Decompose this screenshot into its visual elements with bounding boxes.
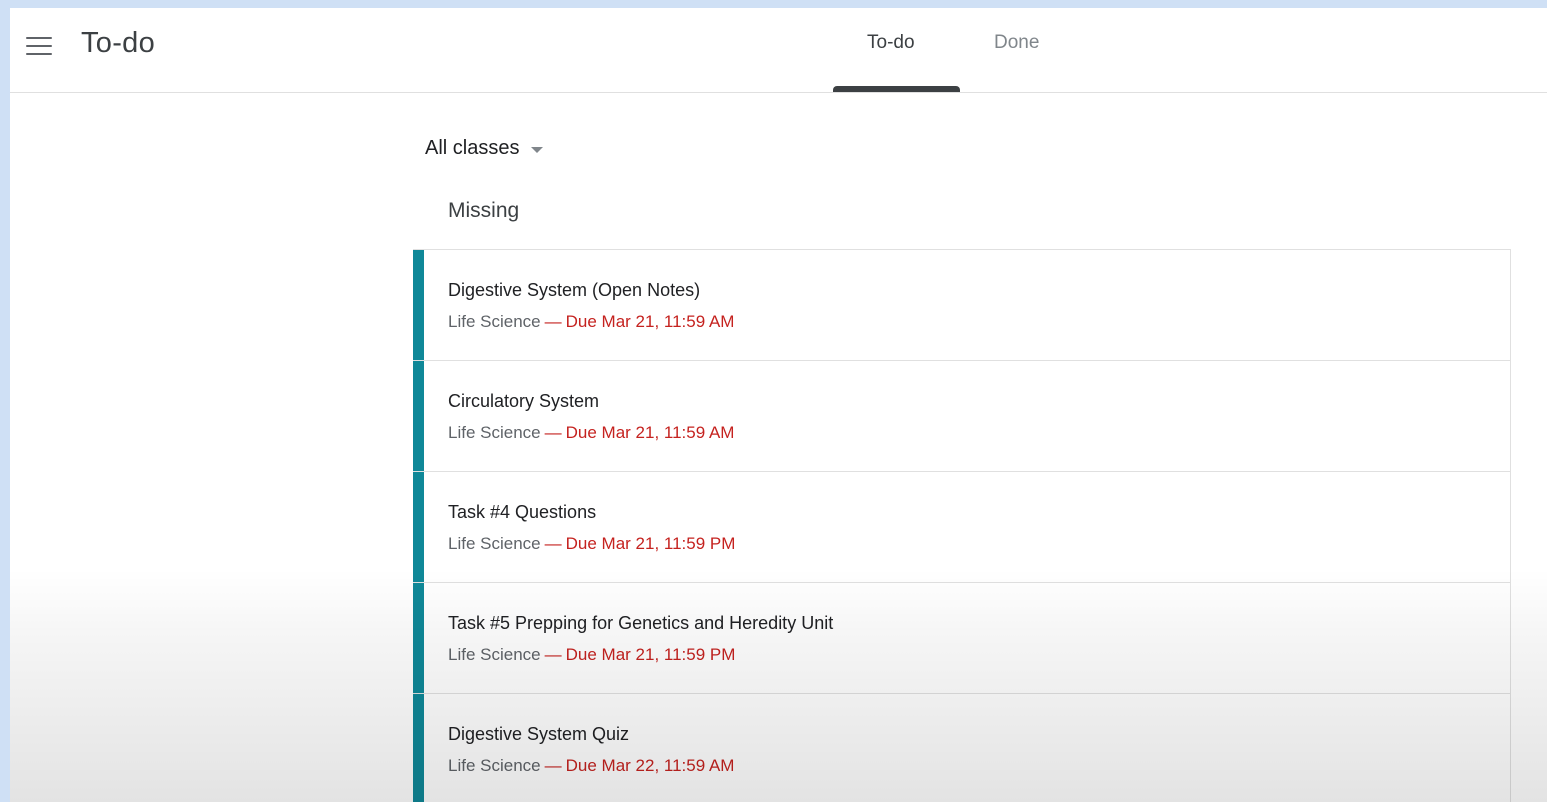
due-date: Due Mar 21, 11:59 AM <box>565 423 735 442</box>
app-window: To-do To-do Done All classes Missing Dig… <box>10 8 1547 802</box>
meta-separator: — <box>544 756 562 775</box>
meta-separator: — <box>544 423 562 442</box>
assignment-title: Digestive System (Open Notes) <box>448 280 701 300</box>
class-filter-dropdown[interactable]: All classes <box>425 137 544 160</box>
top-app-bar: To-do To-do Done <box>10 8 1547 93</box>
assignment-meta: Life Science — Due Mar 21, 11:59 AM <box>448 423 734 443</box>
class-color-bar <box>413 694 424 802</box>
assignment-item[interactable]: Digestive System (Open Notes) Life Scien… <box>413 250 1510 361</box>
tab-todo[interactable]: To-do <box>867 32 915 54</box>
class-color-bar <box>413 250 424 360</box>
assignment-item[interactable]: Task #5 Prepping for Genetics and Heredi… <box>413 583 1510 694</box>
caret-down-icon <box>531 147 544 153</box>
section-title-missing: Missing <box>448 199 520 222</box>
meta-separator: — <box>544 534 562 553</box>
hamburger-menu-icon[interactable] <box>26 37 52 55</box>
class-name: Life Science <box>448 312 541 331</box>
class-name: Life Science <box>448 756 541 775</box>
assignment-title: Digestive System Quiz <box>448 724 630 744</box>
page-title: To-do <box>81 27 156 59</box>
class-color-bar <box>413 472 424 582</box>
class-color-bar <box>413 361 424 471</box>
meta-separator: — <box>544 312 562 331</box>
assignment-list: Digestive System (Open Notes) Life Scien… <box>413 249 1511 802</box>
assignment-meta: Life Science — Due Mar 21, 11:59 AM <box>448 312 734 332</box>
assignment-item[interactable]: Circulatory System Life Science — Due Mar … <box>413 361 1510 472</box>
due-date: Due Mar 21, 11:59 AM <box>565 312 735 331</box>
active-tab-indicator <box>833 86 960 92</box>
tab-done[interactable]: Done <box>994 32 1039 54</box>
assignment-title: Task #5 Prepping for Genetics and Heredi… <box>448 613 834 633</box>
assignment-meta: Life Science — Due Mar 21, 11:59 PM <box>448 534 735 554</box>
assignment-meta: Life Science — Due Mar 21, 11:59 PM <box>448 645 735 665</box>
due-date: Due Mar 21, 11:59 PM <box>565 645 736 664</box>
due-date: Due Mar 21, 11:59 PM <box>565 534 736 553</box>
assignment-title: Task #4 Questions <box>448 502 597 522</box>
meta-separator: — <box>544 645 562 664</box>
class-color-bar <box>413 583 424 693</box>
assignment-title: Circulatory System <box>448 391 600 411</box>
assignment-item[interactable]: Digestive System Quiz Life Science — Due M… <box>413 694 1510 802</box>
class-name: Life Science <box>448 534 541 553</box>
class-name: Life Science <box>448 645 541 664</box>
assignment-meta: Life Science — Due Mar 22, 11:59 AM <box>448 756 734 776</box>
due-date: Due Mar 22, 11:59 AM <box>565 756 735 775</box>
assignment-item[interactable]: Task #4 Questions Life Science — Due Mar 2… <box>413 472 1510 583</box>
class-name: Life Science <box>448 423 541 442</box>
class-filter-label: All classes <box>425 137 520 159</box>
